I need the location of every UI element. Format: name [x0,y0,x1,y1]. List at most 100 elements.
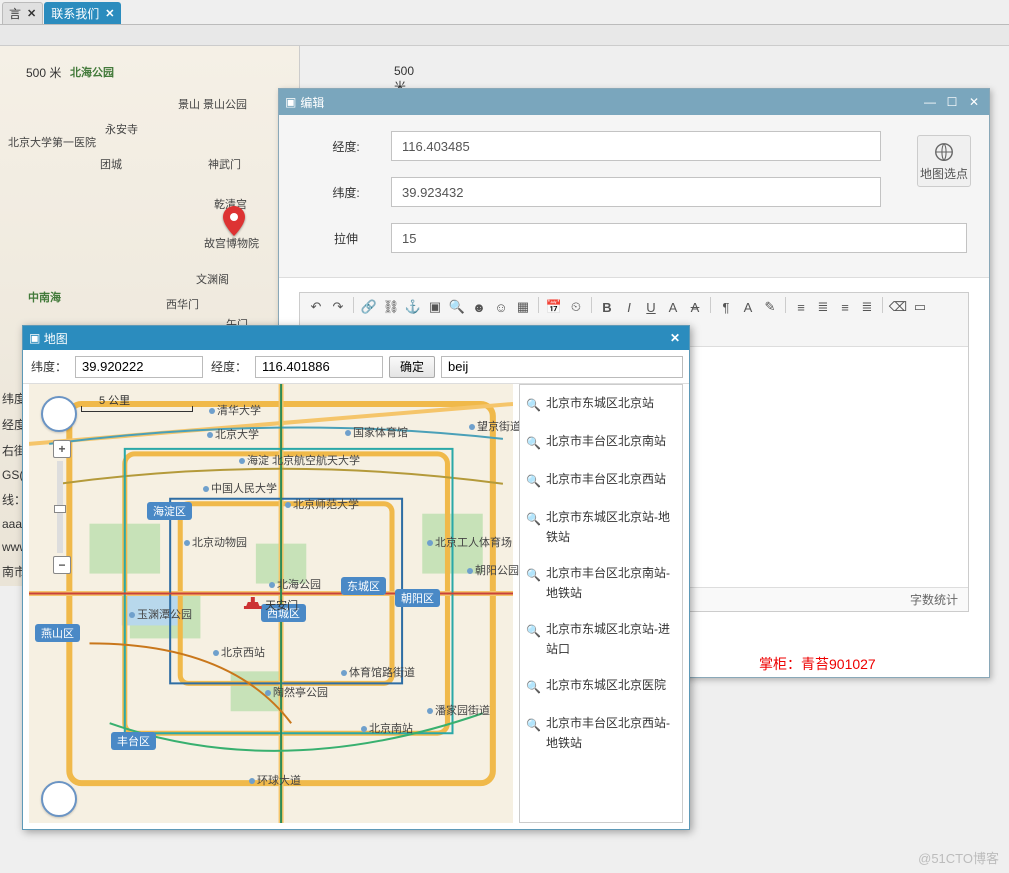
center-poi-label: 天安门 [265,600,298,612]
separator [785,297,786,313]
autocomplete-item[interactable]: 🔍北京市东城区北京站 [520,385,682,423]
watermark: @51CTO博客 [918,848,999,867]
emoji-icon[interactable]: ☻ [469,297,489,317]
pan-control[interactable] [41,781,77,817]
tab-active[interactable]: 联系我们 ✕ [44,2,121,24]
undo-icon[interactable]: ↶ [306,297,326,317]
anchor-icon[interactable]: ⚓ [403,297,423,317]
align-left-icon[interactable]: ≡ [791,297,811,317]
autocomplete-label: 北京市东城区北京站-进站口 [546,619,674,659]
maximize-icon[interactable]: ☐ [943,94,961,110]
confirm-button[interactable]: 确定 [389,356,435,378]
search-input[interactable] [441,356,683,378]
italic-icon[interactable]: I [619,297,639,317]
autocomplete-item[interactable]: 🔍北京市东城区北京站-地铁站 [520,499,682,555]
autocomplete-label: 北京市东城区北京站 [546,393,654,413]
poi: 北京动物园 [184,534,247,550]
unlink-icon[interactable]: ⛓ [381,297,401,317]
dialog-titlebar[interactable]: ▣ 编辑 — ☐ ✕ [279,89,989,115]
autocomplete-item[interactable]: 🔍北京市丰台区北京南站-地铁站 [520,555,682,611]
time-icon[interactable]: ⏲ [566,297,586,317]
tab-bar: 言 ✕ 联系我们 ✕ [0,0,1009,25]
zoom-in-button[interactable]: + [53,440,71,458]
window-icon: ▣ [285,95,296,109]
lat-field[interactable] [391,177,881,207]
align-center-icon[interactable]: ≣ [813,297,833,317]
district-tag[interactable]: 燕山区 [35,624,80,642]
autocomplete-list: 🔍北京市东城区北京站🔍北京市丰台区北京南站🔍北京市丰台区北京西站🔍北京市东城区北… [519,384,683,823]
bold-icon[interactable]: B [597,297,617,317]
district-tag[interactable]: 海淀区 [147,502,192,520]
textcolor-icon[interactable]: A [738,297,758,317]
autocomplete-item[interactable]: 🔍北京市东城区北京医院 [520,667,682,705]
separator [882,297,883,313]
scale-label: 500 米 [26,64,61,81]
zoom-handle[interactable] [54,505,66,513]
underline-icon[interactable]: U [641,297,661,317]
map-canvas[interactable]: 5 公里 + − 海淀区 西城区 东城区 朝阳区 丰台区 燕山区 清华大学 北京… [29,384,513,823]
district-tag[interactable]: 朝阳区 [395,589,440,607]
dialog-titlebar[interactable]: ▣ 地图 ✕ [23,326,689,350]
align-justify-icon[interactable]: ≣ [857,297,877,317]
map-pick-button[interactable]: 地图选点 [917,135,971,187]
separator [538,297,539,313]
district-tag[interactable]: 东城区 [341,577,386,595]
fullscreen-icon[interactable]: ▭ [910,297,930,317]
separator [710,297,711,313]
separator [353,297,354,313]
map-controls: 纬度： 经度： 确定 [23,350,689,384]
date-icon[interactable]: 📅 [544,297,564,317]
align-right-icon[interactable]: ≡ [835,297,855,317]
poi: 朝阳公园 [467,562,519,578]
lng-field[interactable] [391,131,881,161]
form-area: 经度: 纬度: 拉伸 [279,115,989,278]
close-icon[interactable]: ✕ [667,330,683,346]
zoom-out-button[interactable]: − [53,556,71,574]
poi: 望京街道 [469,418,521,434]
poi: 环球大道 [249,772,301,788]
word-count-link[interactable]: 字数统计 [910,591,958,608]
zoom-field[interactable] [391,223,967,253]
strike-icon[interactable]: A [685,297,705,317]
map-label: 中南海 [28,289,61,305]
district-tag[interactable]: 丰台区 [111,732,156,750]
lat-field[interactable] [75,356,203,378]
tab-inactive[interactable]: 言 ✕ [2,2,43,24]
app-icon[interactable]: ▦ [513,297,533,317]
zoom-control[interactable]: + − [53,440,67,572]
zoom-label: 拉伸 [301,230,391,247]
close-icon[interactable]: ✕ [105,7,114,20]
poi: 清华大学 [209,402,261,418]
lat-label: 纬度: [301,184,391,201]
smiley-icon[interactable]: ☺ [491,297,511,317]
image-icon[interactable]: ▣ [425,297,445,317]
autocomplete-item[interactable]: 🔍北京市丰台区北京南站 [520,423,682,461]
map-label: 团城 [100,156,122,172]
font-icon[interactable]: A [663,297,683,317]
poi: 体育馆路街道 [341,664,415,680]
autocomplete-label: 北京市丰台区北京西站 [546,469,666,489]
eraser-icon[interactable]: ⌫ [888,297,908,317]
lng-label: 经度： [209,358,249,375]
lng-field[interactable] [255,356,383,378]
close-icon[interactable]: ✕ [27,7,36,20]
zoom-track[interactable] [57,461,63,553]
autocomplete-label: 北京市丰台区北京西站-地铁站 [546,713,674,753]
poi: 国家体育馆 [345,424,408,440]
redo-icon[interactable]: ↷ [328,297,348,317]
format-icon[interactable]: ¶ [716,297,736,317]
close-icon[interactable]: ✕ [965,94,983,110]
autocomplete-item[interactable]: 🔍北京市丰台区北京西站 [520,461,682,499]
zoom-icon[interactable]: 🔍 [447,297,467,317]
search-icon: 🔍 [526,565,542,585]
link-icon[interactable]: 🔗 [359,297,379,317]
poi: 北京西站 [213,644,265,660]
map-label: 神武门 [208,156,241,172]
highlight-icon[interactable]: ✎ [760,297,780,317]
autocomplete-item[interactable]: 🔍北京市丰台区北京西站-地铁站 [520,705,682,761]
map-label: 西华门 [166,296,199,312]
autocomplete-item[interactable]: 🔍北京市东城区北京站-进站口 [520,611,682,667]
poi: 陶然亭公园 [265,684,328,700]
minimize-icon[interactable]: — [921,94,939,110]
pan-control[interactable] [41,396,77,432]
